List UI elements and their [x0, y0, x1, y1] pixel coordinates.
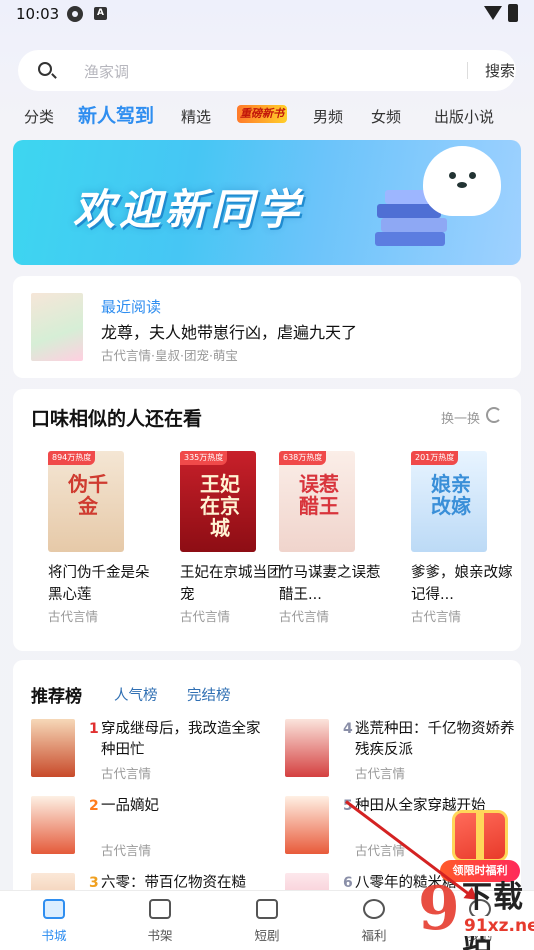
book-cover — [285, 719, 329, 777]
search-bar[interactable]: 渔家调 搜索 — [18, 50, 516, 91]
tab-male[interactable]: 男频 — [313, 106, 343, 127]
recent-tags: 古代言情·皇叔·团宠·萌宝 — [101, 348, 238, 363]
book-category: 古代言情 — [101, 843, 152, 858]
search-button[interactable]: 搜索 — [485, 60, 515, 81]
book-category: 古代言情 — [355, 766, 406, 781]
category-tabs: 分类 新人驾到 精选 重磅新书 男频 女频 出版小说 — [0, 100, 534, 132]
cover-title: 娘亲改嫁 — [431, 472, 471, 518]
book-cover — [31, 796, 75, 854]
recent-title: 龙尊，夫人她带崽行凶，虐遍九天了 — [101, 323, 358, 342]
rank-number: 1 — [89, 721, 99, 737]
watermark-logo: 9 — [418, 874, 460, 944]
book-cover: 638万热度 误惹醋王 — [279, 451, 355, 552]
tab-newcomer[interactable]: 新人驾到 — [78, 101, 154, 128]
nav-short-drama[interactable]: 短剧 — [237, 899, 297, 944]
recent-reading-card[interactable]: 最近阅读 龙尊，夫人她带崽行凶，虐遍九天了 古代言情·皇叔·团宠·萌宝 — [13, 276, 521, 378]
similar-readers-section: 口味相似的人还在看 换一换 894万热度 伪千金 将门伪千金是朵黑心莲 古代言情… — [13, 389, 521, 651]
tv-icon — [256, 899, 278, 919]
book-category: 古代言情 — [101, 766, 152, 781]
book-cover: 894万热度 伪千金 — [48, 451, 124, 552]
search-icon — [38, 62, 52, 76]
heat-badge: 638万热度 — [279, 451, 327, 465]
tab-recommend[interactable]: 推荐榜 — [31, 682, 82, 707]
book-title: 王妃在京城当团宠 — [180, 565, 282, 603]
rank-item[interactable]: 2 一品嫡妃 古代言情 — [31, 796, 261, 858]
watermark-url: 91xz.net — [462, 916, 534, 936]
battery-icon — [508, 4, 518, 22]
section-title: 口味相似的人还在看 — [31, 408, 203, 430]
tab-category[interactable]: 分类 — [24, 106, 54, 127]
recent-label: 最近阅读 — [101, 298, 162, 316]
wifi-icon — [484, 6, 502, 20]
cover-title: 王妃在京城 — [200, 472, 240, 540]
nav-label: 书架 — [147, 928, 173, 943]
nav-welfare[interactable]: 福利 — [344, 899, 404, 944]
heat-badge: 201万热度 — [411, 451, 459, 465]
nav-label: 书城 — [41, 928, 67, 943]
cover-title: 误惹醋王 — [299, 472, 339, 518]
book-cover — [31, 719, 75, 777]
book-title: 竹马谋妻之误惹醋王... — [279, 565, 381, 603]
rank-item[interactable]: 4 逃荒种田：千亿物资娇养残疾反派 古代言情 — [285, 719, 515, 781]
watermark: 9 下载站 91xz.net — [418, 868, 534, 950]
book-title: 逃荒种田：千亿物资娇养残疾反派 — [355, 721, 515, 758]
vpn-icon — [67, 6, 83, 22]
book-title: 爹爹，娘亲改嫁记得... — [411, 565, 513, 603]
home-icon — [43, 899, 65, 919]
book-category: 古代言情 — [48, 609, 99, 624]
tab-popular[interactable]: 人气榜 — [114, 684, 158, 705]
rank-item[interactable]: 1 穿成继母后，我改造全家种田忙 古代言情 — [31, 719, 261, 781]
book-title: 将门伪千金是朵黑心莲 — [48, 565, 150, 603]
banner-text: 欢迎新同学 — [73, 185, 304, 234]
nav-label: 短剧 — [254, 928, 280, 943]
book-cover: 335万热度 王妃在京城 — [180, 451, 256, 552]
book-cover: 201万热度 娘亲改嫁 — [411, 451, 487, 552]
book-cover — [31, 293, 83, 361]
gift-icon — [452, 810, 508, 862]
tab-new-books[interactable]: 重磅新书 — [237, 105, 287, 123]
nav-bookshelf[interactable]: 书架 — [130, 899, 190, 944]
search-divider — [467, 62, 468, 79]
refresh-icon[interactable] — [486, 407, 502, 423]
rank-number: 6 — [343, 875, 353, 891]
tab-published[interactable]: 出版小说 — [434, 106, 494, 127]
tab-female[interactable]: 女频 — [371, 106, 401, 127]
nav-bookstore[interactable]: 书城 — [24, 899, 84, 944]
book-category: 古代言情 — [180, 609, 231, 624]
nav-label: 福利 — [361, 928, 387, 943]
mascot-illustration — [423, 146, 501, 216]
welcome-banner[interactable]: 欢迎新同学 — [13, 140, 521, 265]
tab-featured[interactable]: 精选 — [181, 106, 211, 127]
book-title: 一品嫡妃 — [101, 798, 159, 814]
heat-badge: 894万热度 — [48, 451, 96, 465]
book-cover — [285, 796, 329, 854]
notification-a-icon: A — [94, 7, 107, 20]
status-time: 10:03 — [16, 5, 60, 23]
welfare-icon — [363, 899, 385, 919]
cover-title: 伪千金 — [68, 472, 108, 518]
tab-completed[interactable]: 完结榜 — [187, 684, 231, 705]
refresh-button[interactable]: 换一换 — [441, 408, 480, 427]
book-category: 古代言情 — [411, 609, 462, 624]
rank-number: 2 — [89, 798, 99, 814]
status-bar: 10:03 A — [0, 0, 534, 30]
watermark-title: 下载站 — [462, 880, 524, 950]
rank-number: 4 — [343, 721, 353, 737]
book-category: 古代言情 — [279, 609, 330, 624]
search-input[interactable]: 渔家调 — [84, 61, 129, 82]
book-icon — [149, 899, 171, 919]
heat-badge: 335万热度 — [180, 451, 228, 465]
rank-number: 3 — [89, 875, 99, 891]
book-title: 穿成继母后，我改造全家种田忙 — [101, 721, 261, 758]
